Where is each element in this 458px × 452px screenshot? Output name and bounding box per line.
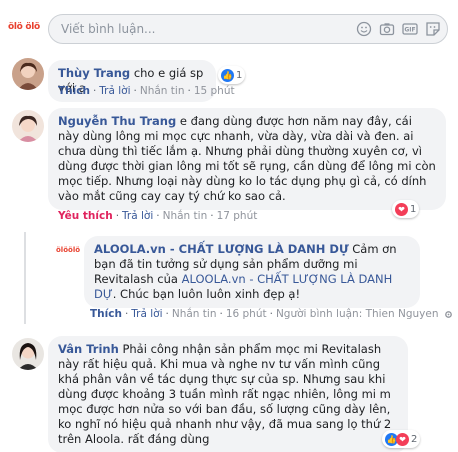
page-avatar[interactable]: ölöölö (56, 238, 80, 262)
comment-author[interactable]: Vân Trinh (58, 342, 119, 356)
reaction-count-value: 2 (411, 433, 418, 445)
comment-text: Phải công nhận sản phẩm mọc mi Revitalas… (58, 342, 392, 446)
avatar[interactable] (12, 110, 44, 142)
commenter-label: Người bình luận: Thien Nguyen (275, 308, 439, 320)
avatar[interactable] (12, 338, 44, 370)
heart-icon: ❤ (396, 432, 409, 446)
like-link[interactable]: Thích (90, 308, 122, 320)
comment-bubble: Vân Trinh Phải công nhận sản phẩm mọc mi… (48, 336, 408, 452)
comment-compose-bar: ölö ölö Viết bình luận... GIF (0, 0, 458, 50)
comment-input[interactable]: Viết bình luận... GIF (48, 14, 448, 44)
reaction-count-value: 1 (410, 203, 417, 215)
reply-bubble: ALOOLA.vn - CHẤT LƯỢNG LÀ DANH DỰ Cảm ơn… (84, 236, 420, 308)
reaction-count[interactable]: ❤ 1 (392, 200, 420, 218)
heart-icon: ❤ (395, 202, 408, 216)
reply-link[interactable]: Trả lời (122, 210, 153, 222)
reply-aloola: ölöölö ALOOLA.vn - CHẤT LƯỢNG LÀ DANH DỰ… (0, 234, 458, 324)
gif-icon[interactable]: GIF (402, 21, 418, 37)
reply-actions: Thích · Trả lời · Nhắn tin · 16 phút · Người bìn… (90, 308, 453, 320)
like-link[interactable]: Thích (58, 85, 90, 97)
avatar[interactable] (12, 58, 44, 90)
message-link[interactable]: Nhắn tin (172, 308, 217, 320)
emoji-icon[interactable] (356, 21, 372, 37)
reply-link[interactable]: Trả lời (131, 308, 162, 320)
settings-icon[interactable] (444, 310, 453, 319)
comment-input-placeholder: Viết bình luận... (61, 22, 156, 36)
message-link[interactable]: Nhắn tin (163, 210, 208, 222)
comment-nguyen-thu-trang: Nguyễn Thu Trang e đang dùng được hơn nă… (0, 106, 458, 226)
reaction-count[interactable]: 👍 ❤ 2 (382, 430, 421, 448)
message-link[interactable]: Nhắn tin (140, 85, 185, 97)
reply-text-post: . Chúc bạn luôn luôn xinh đẹp ạ! (112, 287, 301, 301)
comment-actions: Yêu thích · Trả lời · Nhắn tin · 17 phút (58, 210, 258, 222)
camera-icon[interactable] (379, 21, 395, 37)
comment-author[interactable]: Thùy Trang (58, 66, 130, 80)
comment-thuy-trang: Thùy Trang cho e giá sp với ạ 👍 1 Thích ·… (0, 56, 458, 102)
reaction-count-value: 1 (236, 69, 243, 81)
like-icon: 👍 (221, 68, 234, 82)
comment-author[interactable]: Nguyễn Thu Trang (58, 114, 176, 128)
comment-van-trinh: Vân Trinh Phải công nhận sản phẩm mọc mi… (0, 334, 458, 452)
sticker-icon[interactable] (425, 21, 441, 37)
comment-time[interactable]: 16 phút (226, 308, 267, 320)
compose-tools: GIF (356, 21, 441, 37)
comment-bubble: Nguyễn Thu Trang e đang dùng được hơn nă… (48, 108, 446, 210)
reply-link[interactable]: Trả lời (99, 85, 130, 97)
reaction-count[interactable]: 👍 1 (218, 66, 246, 84)
love-link[interactable]: Yêu thích (58, 210, 113, 222)
svg-text:GIF: GIF (404, 27, 415, 34)
comment-time[interactable]: 17 phút (217, 210, 258, 222)
page-avatar: ölö ölö (8, 22, 40, 32)
comment-time[interactable]: 15 phút (194, 85, 235, 97)
reply-author[interactable]: ALOOLA.vn - CHẤT LƯỢNG LÀ DANH DỰ (94, 242, 349, 256)
comment-actions: Thích · Trả lời · Nhắn tin · 15 phút (58, 85, 235, 97)
